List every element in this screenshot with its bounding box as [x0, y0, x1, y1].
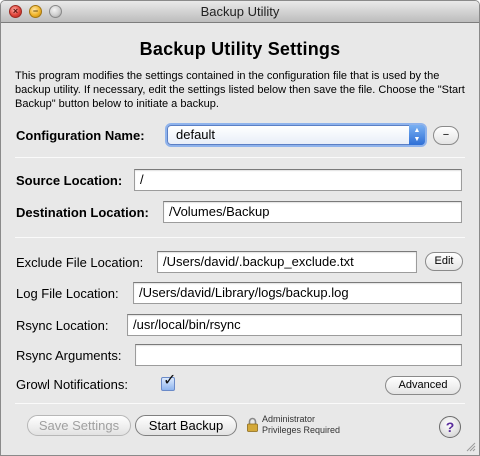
app-window: × − Backup Utility Backup Utility Settin…	[0, 0, 480, 456]
rsync-arguments-field[interactable]	[135, 344, 462, 366]
advanced-button[interactable]: Advanced	[385, 376, 461, 395]
growl-notifications-label: Growl Notifications:	[16, 377, 128, 392]
separator	[15, 403, 465, 404]
description-text: This program modifies the settings conta…	[15, 70, 465, 110]
checkmark-icon: ✓	[163, 372, 177, 389]
source-location-label: Source Location:	[16, 173, 123, 188]
start-backup-button[interactable]: Start Backup	[135, 415, 237, 436]
popup-arrows-icon: ▲ ▼	[409, 125, 425, 145]
edit-exclude-button[interactable]: Edit	[425, 252, 463, 271]
log-file-label: Log File Location:	[16, 286, 119, 301]
source-location-field[interactable]: /	[134, 169, 462, 191]
resize-grip-icon[interactable]	[466, 442, 476, 452]
destination-location-label: Destination Location:	[16, 205, 149, 220]
destination-location-field[interactable]: /Volumes/Backup	[163, 201, 462, 223]
rsync-arguments-label: Rsync Arguments:	[16, 348, 122, 363]
admin-note-line2: Privileges Required	[262, 425, 341, 435]
log-file-field[interactable]: /Users/david/Library/logs/backup.log	[133, 282, 462, 304]
help-icon: ?	[445, 419, 455, 435]
exclude-file-label: Exclude File Location:	[16, 255, 144, 270]
lock-icon	[247, 417, 258, 432]
save-settings-button[interactable]: Save Settings	[27, 415, 131, 436]
separator	[15, 157, 465, 158]
window-title: Backup Utility	[200, 4, 280, 19]
separator	[15, 237, 465, 238]
title-bar[interactable]: × − Backup Utility	[1, 1, 479, 23]
rsync-location-label: Rsync Location:	[16, 318, 109, 333]
admin-note-line1: Administrator	[262, 414, 316, 424]
page-title: Backup Utility Settings	[139, 39, 341, 59]
growl-notifications-checkbox[interactable]: ✓	[161, 373, 176, 391]
exclude-file-field[interactable]: /Users/david/.backup_exclude.txt	[157, 251, 417, 273]
remove-config-button[interactable]: −	[433, 126, 459, 145]
help-button[interactable]: ?	[439, 416, 461, 438]
config-name-select[interactable]: default ▲ ▼	[167, 125, 425, 145]
config-name-value: default	[176, 127, 216, 142]
config-name-label: Configuration Name:	[16, 128, 145, 143]
admin-privileges-note: Administrator Privileges Required	[262, 414, 340, 436]
rsync-location-field[interactable]: /usr/local/bin/rsync	[127, 314, 462, 336]
